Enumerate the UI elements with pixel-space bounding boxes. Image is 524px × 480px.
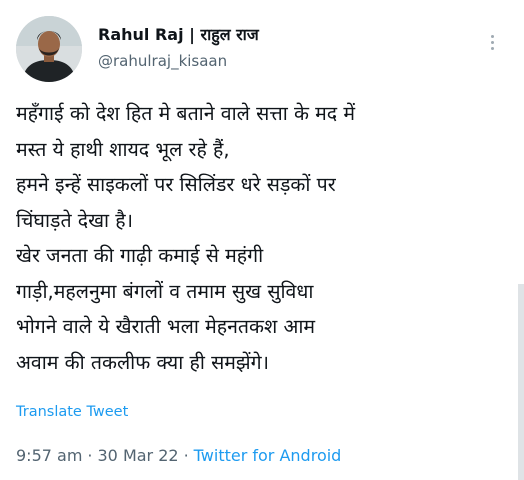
avatar[interactable] (16, 16, 82, 82)
tweet-text-line: अवाम की तकलीफ क्या ही समझेंगे। (16, 350, 270, 374)
tweet-card: Rahul Raj | राहुल राज @rahulraj_kisaan म… (0, 0, 524, 480)
tweet-text: महँगाई को देश हित मे बताने वाले सत्ता के… (16, 96, 510, 380)
tweet-text-line: भोगने वाले ये खैराती भला मेहनतकश आम (16, 315, 316, 338)
tweet-text-line: खेर जनता की गाढ़ी कमाई से महंगी (16, 244, 264, 267)
avatar-photo-icon (16, 16, 82, 82)
tweet-text-line: मस्त ये हाथी शायद भूल रहे हैं, (16, 137, 230, 161)
tweet-text-line: हमने इन्हें साइकलों पर सिलिंडर धरे सड़को… (16, 173, 336, 196)
more-options-icon[interactable] (482, 30, 502, 54)
tweet-meta: 9:57 am · 30 Mar 22 · Twitter for Android (16, 446, 341, 465)
tweet-date[interactable]: 30 Mar 22 (98, 446, 179, 465)
tweet-source-link[interactable]: Twitter for Android (194, 446, 342, 465)
scrollbar[interactable] (518, 284, 524, 480)
more-dot (490, 40, 494, 44)
tweet-text-line: गाड़ी,महलनुमा बंगलों व तमाम सुख सुविधा (16, 279, 314, 303)
author-handle[interactable]: @rahulraj_kisaan (98, 51, 259, 71)
author-display-name[interactable]: Rahul Raj | राहुल राज (98, 24, 259, 46)
meta-separator: · (183, 446, 189, 465)
more-dot (490, 46, 494, 50)
tweet-text-line: चिंघाड़ते देखा है। (16, 208, 134, 232)
author-names: Rahul Raj | राहुल राज @rahulraj_kisaan (98, 24, 259, 71)
more-dot (490, 34, 494, 38)
meta-separator: · (87, 446, 93, 465)
tweet-text-line: महँगाई को देश हित मे बताने वाले सत्ता के… (16, 102, 356, 125)
tweet-time[interactable]: 9:57 am (16, 446, 82, 465)
translate-tweet-link[interactable]: Translate Tweet (16, 404, 128, 420)
tweet-header: Rahul Raj | राहुल राज @rahulraj_kisaan (16, 16, 508, 86)
